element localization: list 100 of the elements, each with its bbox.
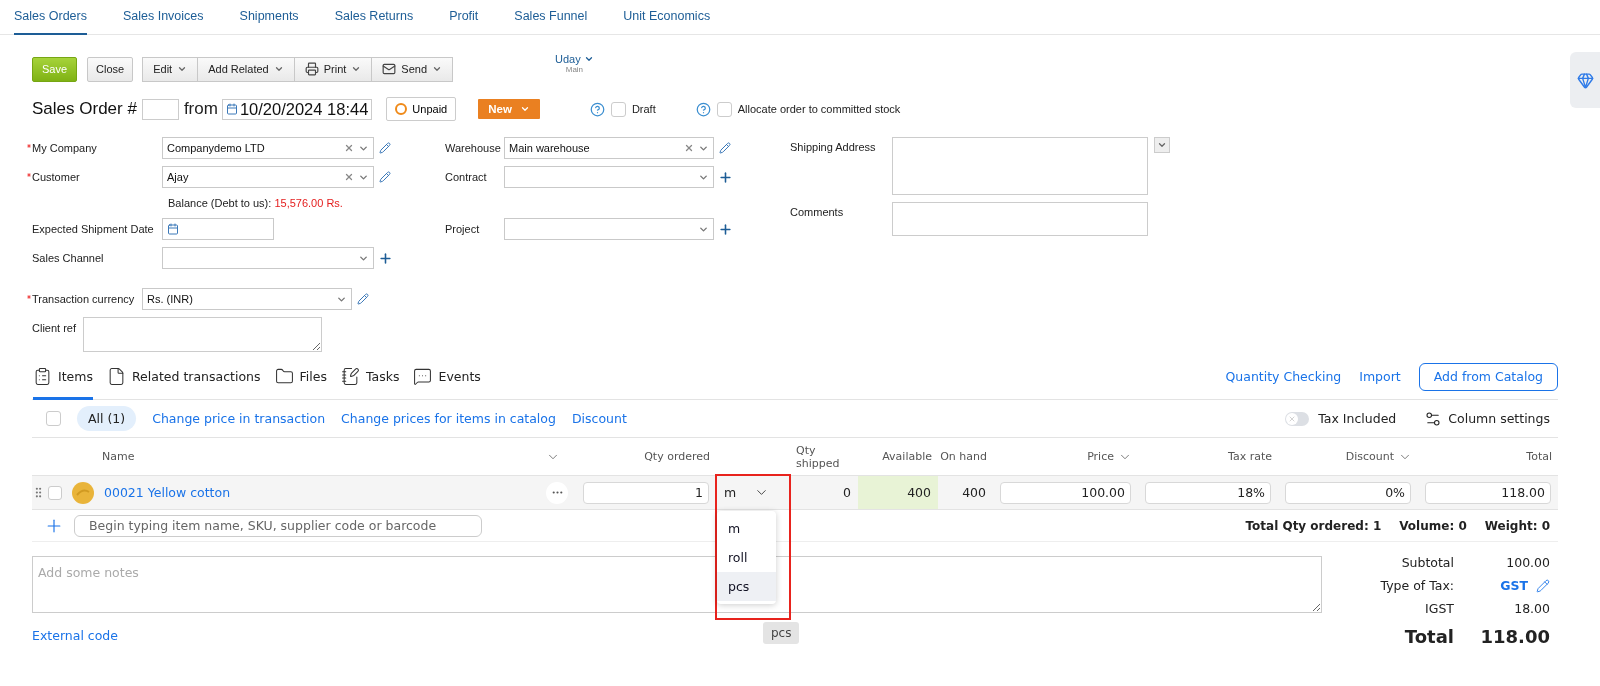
qty-field[interactable]: 1	[583, 481, 709, 504]
plus-icon[interactable]	[378, 250, 393, 266]
total-label: Subtotal	[1400, 555, 1454, 570]
column-header: Qty shipped	[796, 443, 841, 470]
filter-chip[interactable]: All (1)	[77, 406, 137, 431]
select-field[interactable]: Main warehouse	[504, 137, 714, 159]
nav-tab[interactable]: Sales Orders	[14, 0, 87, 35]
address-field[interactable]	[892, 137, 1148, 195]
comments-field[interactable]	[892, 202, 1148, 236]
date-field[interactable]: 10/20/2024 18:44	[221, 98, 373, 120]
column-header: Total	[1525, 450, 1553, 463]
menu-item[interactable]: m	[717, 514, 776, 543]
column-header[interactable]: Price	[993, 449, 1138, 464]
toggle-label: Tax Included	[1318, 411, 1397, 426]
order-number-field[interactable]	[141, 98, 179, 120]
field-label: Customer	[26, 171, 162, 183]
section-tab[interactable]: Files	[274, 353, 327, 400]
pencil-icon[interactable]	[719, 142, 731, 154]
asterisk-icon	[26, 294, 32, 300]
payment-status-button[interactable]: Unpaid	[386, 97, 457, 121]
chevron-icon	[1157, 140, 1167, 150]
clear-icon[interactable]	[684, 143, 694, 153]
action-link[interactable]: Quantity Checking	[1225, 369, 1342, 384]
select-field[interactable]	[162, 247, 374, 269]
clear-icon[interactable]	[344, 143, 354, 153]
checkbox[interactable]	[610, 101, 626, 117]
folder-icon	[274, 367, 294, 386]
checkbox[interactable]	[716, 101, 732, 117]
caret-icon	[519, 104, 530, 114]
user-subtitle: Main	[565, 64, 584, 74]
side-panel-tab[interactable]	[1570, 52, 1600, 108]
menu-button[interactable]: Add Related	[197, 56, 295, 82]
column-header[interactable]: Discount	[1278, 449, 1418, 464]
nav-tab[interactable]: Sales Invoices	[122, 0, 204, 35]
section-tab[interactable]: Related transactions	[106, 353, 261, 400]
section-tab[interactable]: Items	[33, 353, 93, 400]
nav-tab[interactable]: Sales Funnel	[514, 0, 588, 35]
total-label: IGST	[1424, 601, 1454, 616]
tax-type-link[interactable]: GST	[1500, 578, 1528, 593]
nav-tab[interactable]: Unit Economics	[623, 0, 711, 35]
select-field[interactable]	[504, 166, 714, 188]
row-checkbox[interactable]	[48, 485, 62, 500]
printer-icon	[304, 62, 319, 76]
menu-button[interactable]: Edit	[142, 56, 199, 82]
column-settings-link[interactable]: Column settings	[1448, 411, 1550, 426]
date-field[interactable]	[162, 218, 274, 240]
select-field[interactable]: Ajay	[162, 166, 374, 188]
select-field[interactable]: Rs. (INR)	[142, 288, 352, 310]
pencil-icon[interactable]	[1536, 578, 1550, 593]
nav-tab[interactable]: Profit	[449, 0, 479, 35]
field-label: Expected Shipment Date	[31, 223, 155, 235]
tax-rate-field[interactable]: 18%	[1145, 481, 1271, 504]
section-tab[interactable]: Events	[413, 353, 481, 400]
field-label: Transaction currency	[26, 293, 142, 305]
unit-select[interactable]: m	[724, 485, 770, 500]
nav-tab[interactable]: Shipments	[239, 0, 299, 35]
item-link[interactable]: 00021 Yellow cotton	[102, 485, 546, 500]
action-link[interactable]: Change price in transaction	[152, 411, 326, 426]
discount-field[interactable]: 0%	[1285, 481, 1411, 504]
from-label: from	[183, 99, 218, 119]
menu-button[interactable]: Send	[371, 56, 454, 82]
plus-icon[interactable]	[718, 169, 733, 185]
chat-icon	[413, 367, 433, 386]
select-all-checkbox[interactable]	[46, 411, 61, 426]
menu-item[interactable]: roll	[717, 543, 776, 572]
help-icon[interactable]	[589, 101, 605, 117]
pencil-icon[interactable]	[379, 142, 391, 154]
settings-icon[interactable]	[1424, 409, 1443, 428]
client-ref-field[interactable]	[83, 317, 322, 352]
close-button[interactable]: Close	[87, 56, 134, 82]
nav-tab[interactable]: Sales Returns	[334, 0, 414, 35]
total-field[interactable]: 118.00	[1425, 481, 1551, 504]
asterisk-icon	[26, 172, 32, 178]
select-field[interactable]	[504, 218, 714, 240]
action-link[interactable]: Change prices for items in catalog	[341, 411, 556, 426]
action-link[interactable]: Discount	[571, 411, 627, 426]
summary-text: Total Qty ordered: 1	[1245, 518, 1382, 533]
expand-button[interactable]	[1154, 137, 1170, 153]
toggle-switch[interactable]	[1285, 411, 1310, 426]
menu-item[interactable]: pcs	[717, 572, 776, 601]
clear-icon[interactable]	[344, 172, 354, 182]
item-search-field[interactable]: Begin typing item name, SKU, supplier code or barcode	[74, 514, 482, 537]
user-name[interactable]: Uday	[555, 52, 594, 65]
external-code-link[interactable]: External code	[32, 628, 118, 643]
pencil-icon[interactable]	[379, 171, 391, 183]
field-label: Shipping Address	[789, 140, 877, 153]
more-button[interactable]	[546, 481, 568, 504]
plus-icon[interactable]	[718, 221, 733, 237]
clipboard-icon	[33, 367, 52, 386]
add-from-catalog-button[interactable]: Add from Catalog	[1418, 362, 1558, 391]
summary-text: Volume: 0	[1399, 518, 1467, 533]
menu-button[interactable]: Print	[293, 56, 373, 82]
section-tab[interactable]: Tasks	[341, 353, 400, 400]
checkbox-label: Allocate order to committed stock	[737, 103, 901, 115]
pencil-icon[interactable]	[357, 293, 369, 305]
action-link[interactable]: Import	[1359, 369, 1401, 384]
select-field[interactable]: Companydemo LTD	[162, 137, 374, 159]
help-icon[interactable]	[695, 101, 711, 117]
price-field[interactable]: 100.00	[1000, 481, 1131, 504]
calendar-icon	[167, 223, 179, 235]
